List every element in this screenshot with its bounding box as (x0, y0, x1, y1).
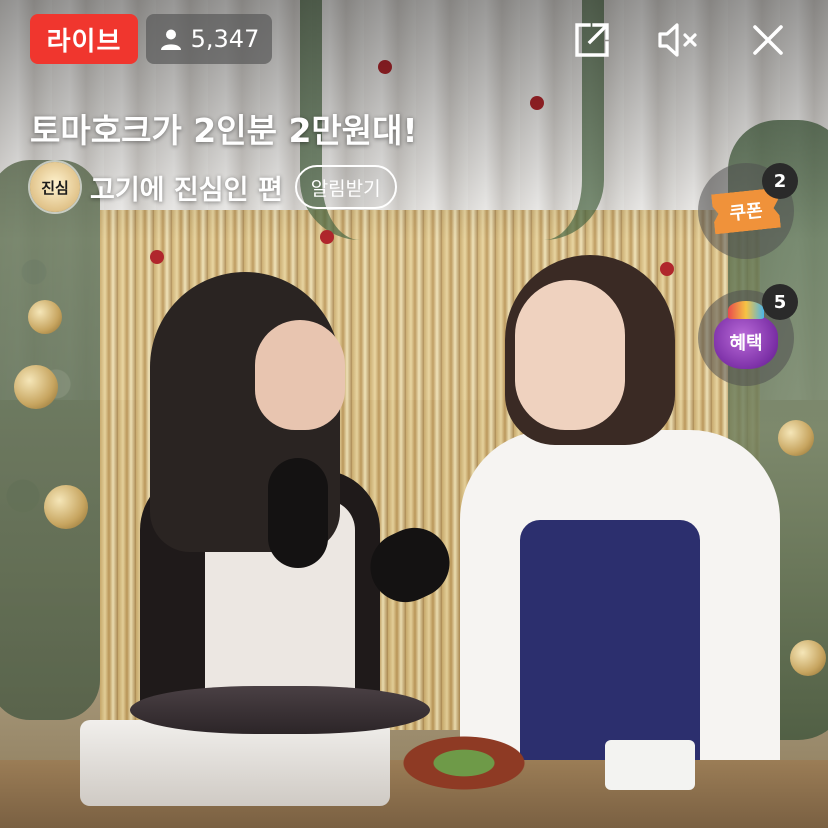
avatar-text: 진심 (41, 178, 69, 197)
mute-button[interactable] (656, 18, 700, 62)
live-label: 라이브 (46, 26, 122, 57)
close-icon (753, 25, 783, 55)
glove (268, 458, 328, 568)
benefit-count: 5 (773, 291, 787, 313)
coupon-count-badge: 2 (762, 163, 798, 199)
close-button[interactable] (746, 18, 790, 62)
benefit-label: 혜택 (729, 333, 763, 354)
viewer-count: 5,347 (190, 25, 260, 53)
channel-name[interactable]: 고기에 진심인 편 (90, 168, 283, 207)
gift-bag-icon: 혜택 (714, 301, 778, 369)
ornament (790, 640, 826, 676)
berry (660, 262, 674, 276)
benefit-count-badge: 5 (762, 284, 798, 320)
host-right-face (515, 280, 625, 430)
garland-decoration (0, 160, 100, 720)
follow-label: 알림받기 (310, 177, 381, 200)
stream-title: 토마호크가 2인분 2만원대! (30, 111, 418, 150)
ornament (14, 365, 58, 409)
channel-info: 진심 고기에 진심인 편 알림받기 (30, 160, 397, 214)
berry (150, 250, 164, 264)
channel-avatar[interactable]: 진심 (30, 162, 80, 212)
side-dish-bowl (605, 740, 695, 790)
live-stream-screen: 라이브 5,347 토마호크가 2인분 2만원대! 진심 고기에 진심인 편 알… (0, 0, 828, 828)
person-icon (160, 29, 181, 50)
food-plate (400, 735, 560, 805)
ornament (28, 300, 62, 334)
apron (520, 520, 700, 760)
coupon-label: 쿠폰 (728, 200, 764, 225)
coupon-count: 2 (773, 170, 787, 192)
share-button[interactable] (570, 18, 614, 62)
share-icon (575, 23, 609, 57)
host-left-face (255, 320, 345, 430)
grill-pan (130, 686, 430, 734)
ornament (44, 485, 88, 529)
mute-icon (658, 23, 697, 57)
follow-button[interactable]: 알림받기 (294, 165, 397, 209)
live-badge: 라이브 (30, 14, 138, 64)
viewer-count-badge: 5,347 (146, 14, 272, 64)
ornament (778, 420, 814, 456)
